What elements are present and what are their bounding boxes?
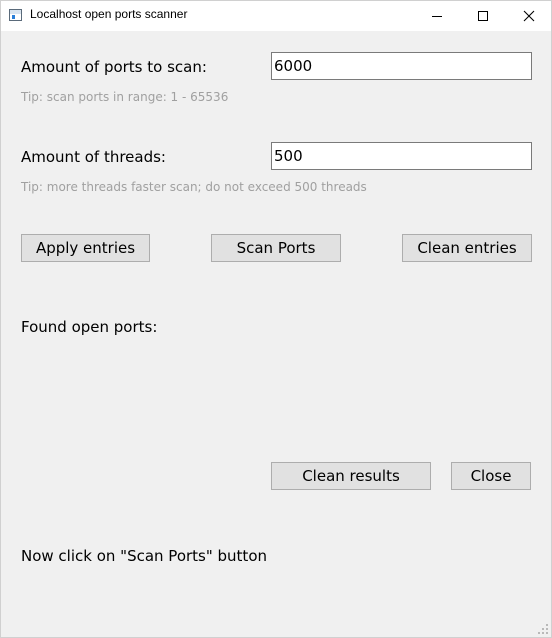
close-window-button[interactable] [506, 1, 552, 31]
ports-tip: Tip: scan ports in range: 1 - 65536 [21, 90, 229, 104]
status-message: Now click on "Scan Ports" button [21, 547, 267, 565]
title-bar[interactable]: Localhost open ports scanner [1, 1, 551, 31]
clean-results-button[interactable]: Clean results [271, 462, 431, 490]
maximize-button[interactable] [460, 1, 506, 31]
close-button[interactable]: Close [451, 462, 531, 490]
window-title: Localhost open ports scanner [30, 7, 188, 21]
minimize-icon [432, 16, 442, 17]
close-icon [523, 10, 535, 22]
ports-label: Amount of ports to scan: [21, 58, 207, 76]
found-ports-label: Found open ports: [21, 318, 158, 336]
apply-entries-button[interactable]: Apply entries [21, 234, 150, 262]
app-window: Localhost open ports scanner Amount of p… [0, 0, 552, 638]
app-window-icon [9, 9, 22, 21]
minimize-button[interactable] [414, 1, 460, 31]
threads-input[interactable] [271, 142, 532, 170]
scan-ports-button[interactable]: Scan Ports [211, 234, 341, 262]
threads-tip: Tip: more threads faster scan; do not ex… [21, 180, 367, 194]
clean-entries-button[interactable]: Clean entries [402, 234, 532, 262]
threads-label: Amount of threads: [21, 148, 166, 166]
ports-input[interactable] [271, 52, 532, 80]
resize-grip-icon[interactable] [537, 623, 548, 634]
maximize-icon [478, 11, 488, 21]
